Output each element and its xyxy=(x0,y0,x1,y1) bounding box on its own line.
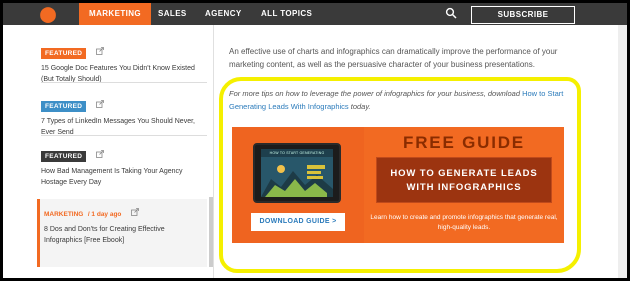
sidebar-card[interactable]: FEATURED How Bad Management Is Taking Yo… xyxy=(41,145,207,188)
divider xyxy=(41,82,207,83)
hubspot-logo-icon[interactable]: ⬤ xyxy=(39,6,57,23)
nav-sales[interactable]: SALES xyxy=(158,3,187,25)
share-icon[interactable] xyxy=(130,207,139,216)
nav-all-topics[interactable]: ALL TOPICS xyxy=(261,3,312,25)
sidebar-card[interactable]: FEATURED 15 Google Doc Features You Didn… xyxy=(41,42,207,85)
share-icon[interactable] xyxy=(95,99,104,108)
column-divider xyxy=(213,25,214,278)
subscribe-button[interactable]: SUBSCRIBE xyxy=(471,6,575,24)
sidebar-card-title[interactable]: How Bad Management Is Taking Your Agency… xyxy=(41,166,207,188)
featured-tag: FEATURED xyxy=(41,101,87,112)
page-scrollbar[interactable] xyxy=(618,25,627,278)
sidebar: FEATURED 15 Google Doc Features You Didn… xyxy=(37,25,214,278)
yellow-highlight-annotation xyxy=(219,77,581,273)
nav-marketing[interactable]: MARKETING xyxy=(79,3,152,25)
share-icon[interactable] xyxy=(95,149,104,158)
screenshot-frame: ⬤ MARKETING SALES AGENCY ALL TOPICS SUBS… xyxy=(3,3,627,278)
featured-tag: FEATURED xyxy=(41,151,87,162)
sidebar-card-title[interactable]: 8 Dos and Don'ts for Creating Effective … xyxy=(44,224,204,246)
post-time: / 1 day ago xyxy=(87,211,122,218)
nav-agency[interactable]: AGENCY xyxy=(205,3,242,25)
top-nav: ⬤ MARKETING SALES AGENCY ALL TOPICS SUBS… xyxy=(3,3,627,25)
article-paragraph: An effective use of charts and infograph… xyxy=(229,47,558,69)
share-icon[interactable] xyxy=(95,46,104,55)
sidebar-card[interactable]: FEATURED 7 Types of LinkedIn Messages Yo… xyxy=(41,95,207,138)
sidebar-card[interactable]: MARKETING / 1 day ago 8 Dos and Don'ts f… xyxy=(44,203,204,246)
search-icon[interactable] xyxy=(445,7,457,19)
divider xyxy=(41,135,207,136)
featured-tag: FEATURED xyxy=(41,48,87,59)
category-label[interactable]: MARKETING xyxy=(44,211,83,218)
